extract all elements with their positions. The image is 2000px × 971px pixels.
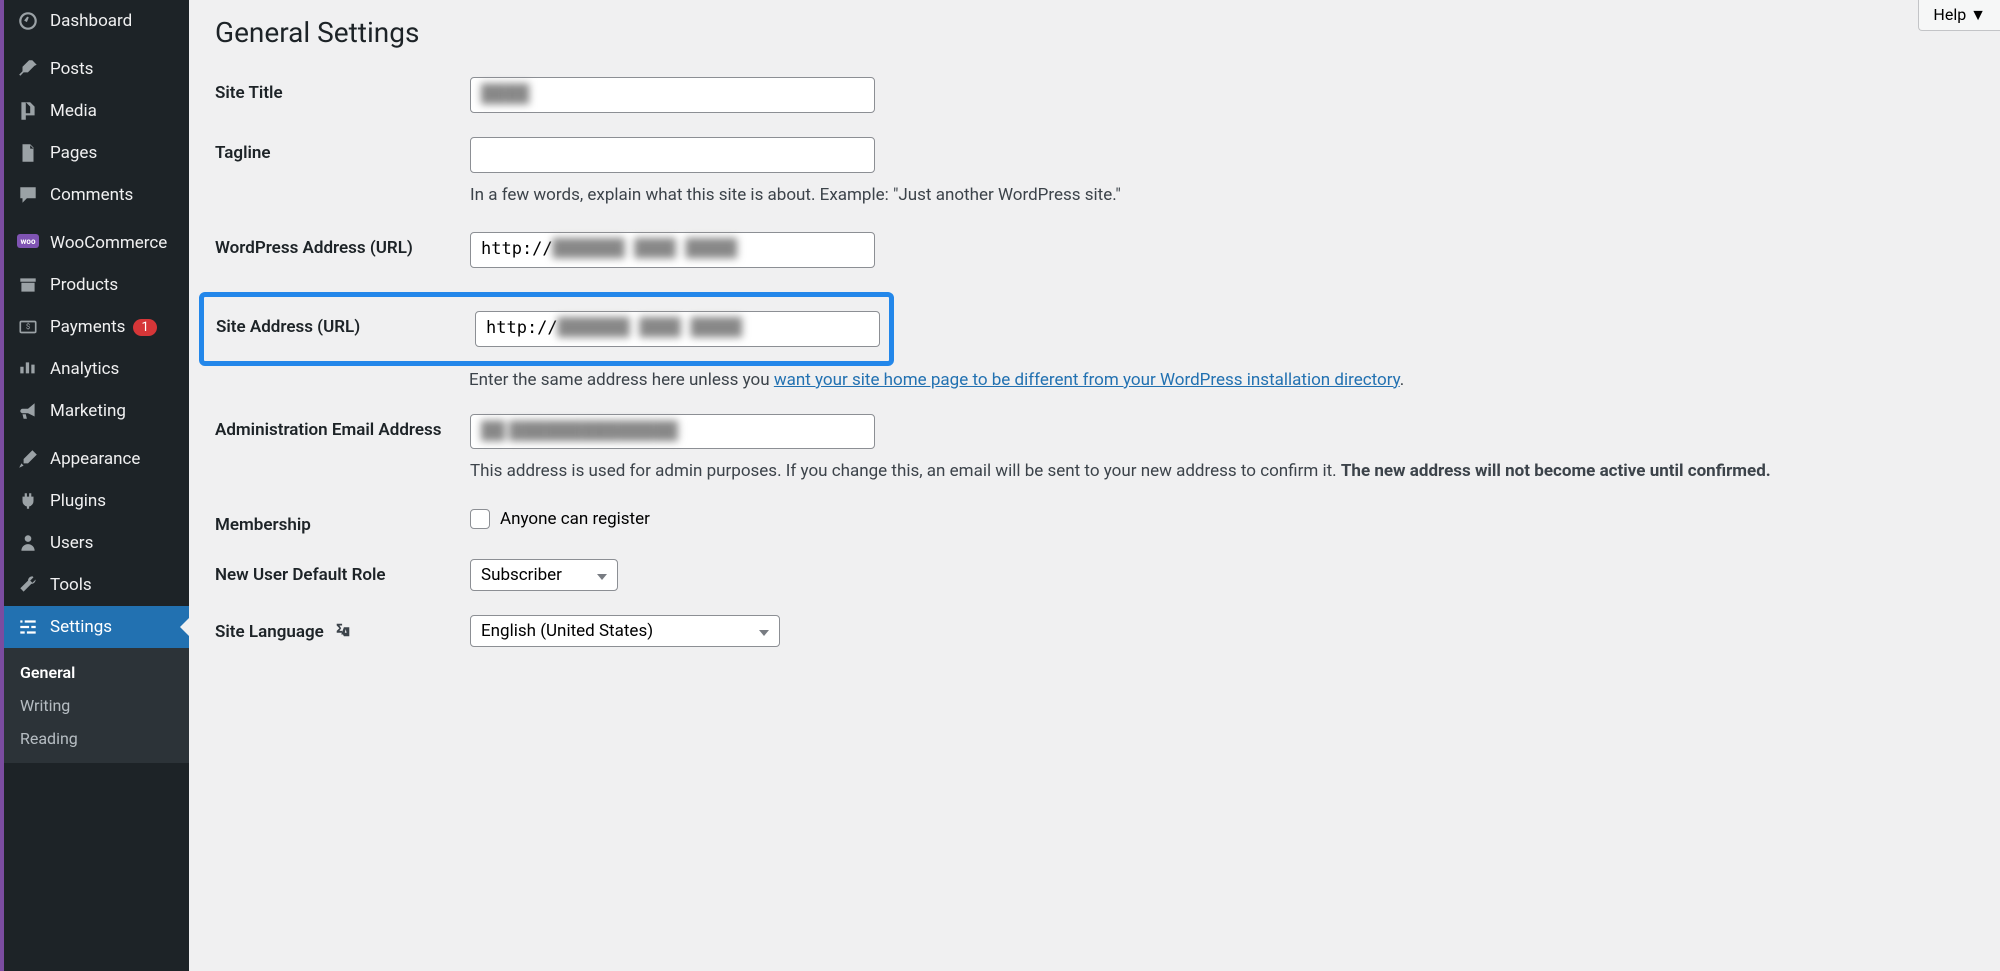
sidebar-item-label: Pages xyxy=(50,143,97,163)
site-address-input[interactable]: http://███████ ████ █████ xyxy=(475,311,880,347)
membership-label: Membership xyxy=(215,509,470,535)
sidebar-item-products[interactable]: Products xyxy=(4,264,189,306)
submenu-item-general[interactable]: General xyxy=(4,656,189,689)
default-role-label: New User Default Role xyxy=(215,559,470,585)
admin-sidebar: Dashboard Posts Media Pages Comments woo… xyxy=(4,0,189,971)
sidebar-item-settings[interactable]: Settings xyxy=(4,606,189,648)
translate-icon xyxy=(334,621,352,644)
sidebar-item-analytics[interactable]: Analytics xyxy=(4,348,189,390)
megaphone-icon xyxy=(16,399,40,423)
sidebar-item-label: Dashboard xyxy=(50,11,132,31)
sidebar-item-label: Tools xyxy=(50,575,92,595)
sidebar-item-label: Marketing xyxy=(50,401,126,421)
sliders-icon xyxy=(16,615,40,639)
media-icon xyxy=(16,99,40,123)
membership-option-label: Anyone can register xyxy=(500,509,650,529)
site-address-highlight: Site Address (URL) http://███████ ████ █… xyxy=(199,292,894,366)
comment-icon xyxy=(16,183,40,207)
woo-icon: woo xyxy=(16,231,40,255)
chart-icon xyxy=(16,357,40,381)
site-address-description: Enter the same address here unless you w… xyxy=(469,370,1974,390)
sidebar-item-woocommerce[interactable]: woo WooCommerce xyxy=(4,222,189,264)
sidebar-item-comments[interactable]: Comments xyxy=(4,174,189,216)
settings-submenu: General Writing Reading xyxy=(4,648,189,763)
site-address-label: Site Address (URL) xyxy=(216,311,475,337)
site-title-label: Site Title xyxy=(215,77,470,103)
sidebar-item-label: Payments xyxy=(50,317,125,337)
tagline-input[interactable] xyxy=(470,137,875,173)
svg-text:woo: woo xyxy=(21,237,36,246)
sidebar-item-marketing[interactable]: Marketing xyxy=(4,390,189,432)
sidebar-item-label: Products xyxy=(50,275,118,295)
notification-badge: 1 xyxy=(133,319,156,336)
main-content: Help ▼ General Settings Site Title ████ … xyxy=(189,0,2000,971)
sidebar-item-label: Appearance xyxy=(50,449,140,469)
site-address-link[interactable]: want your site home page to be different… xyxy=(774,370,1400,390)
page-title: General Settings xyxy=(215,12,1974,77)
sidebar-item-dashboard[interactable]: Dashboard xyxy=(4,0,189,42)
sidebar-item-label: Comments xyxy=(50,185,133,205)
plug-icon xyxy=(16,489,40,513)
wordpress-address-label: WordPress Address (URL) xyxy=(215,232,470,258)
sidebar-item-appearance[interactable]: Appearance xyxy=(4,438,189,480)
site-title-input[interactable]: ████ xyxy=(470,77,875,113)
site-language-label: Site Language xyxy=(215,615,470,644)
brush-icon xyxy=(16,447,40,471)
tagline-description: In a few words, explain what this site i… xyxy=(470,183,1974,209)
sidebar-item-payments[interactable]: $ Payments 1 xyxy=(4,306,189,348)
sidebar-item-label: Plugins xyxy=(50,491,106,511)
help-tab[interactable]: Help ▼ xyxy=(1918,0,2000,31)
default-role-select[interactable]: Subscriber xyxy=(470,559,618,591)
submenu-item-reading[interactable]: Reading xyxy=(4,722,189,755)
sidebar-item-label: WooCommerce xyxy=(50,233,167,253)
sidebar-item-posts[interactable]: Posts xyxy=(4,48,189,90)
sidebar-item-pages[interactable]: Pages xyxy=(4,132,189,174)
wordpress-address-input[interactable]: http://███████ ████ █████ xyxy=(470,232,875,268)
sidebar-item-label: Settings xyxy=(50,617,112,637)
sidebar-item-label: Posts xyxy=(50,59,93,79)
pin-icon xyxy=(16,57,40,81)
membership-checkbox[interactable] xyxy=(470,509,490,529)
site-language-select[interactable]: English (United States) xyxy=(470,615,780,647)
svg-text:$: $ xyxy=(26,322,30,331)
sidebar-item-label: Users xyxy=(50,533,93,553)
submenu-item-writing[interactable]: Writing xyxy=(4,689,189,722)
user-icon xyxy=(16,531,40,555)
sidebar-item-users[interactable]: Users xyxy=(4,522,189,564)
dashboard-icon xyxy=(16,9,40,33)
sidebar-item-label: Media xyxy=(50,101,97,121)
sidebar-item-label: Analytics xyxy=(50,359,119,379)
admin-email-input[interactable]: ██ ██████████████ xyxy=(470,414,875,450)
admin-email-description: This address is used for admin purposes.… xyxy=(470,459,1974,485)
admin-email-label: Administration Email Address xyxy=(215,414,470,440)
tagline-label: Tagline xyxy=(215,137,470,163)
sidebar-item-tools[interactable]: Tools xyxy=(4,564,189,606)
payment-icon: $ xyxy=(16,315,40,339)
sidebar-item-media[interactable]: Media xyxy=(4,90,189,132)
wrench-icon xyxy=(16,573,40,597)
archive-icon xyxy=(16,273,40,297)
sidebar-item-plugins[interactable]: Plugins xyxy=(4,480,189,522)
page-icon xyxy=(16,141,40,165)
